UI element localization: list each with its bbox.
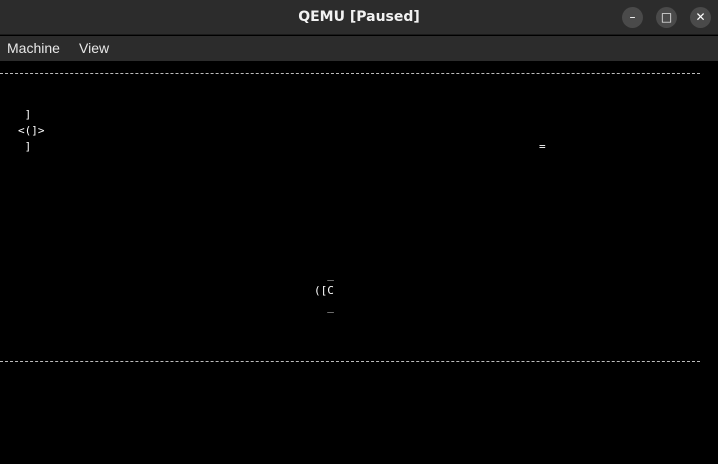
playfield-bottom-border <box>0 361 700 362</box>
maximize-button[interactable]: □ <box>656 7 677 28</box>
menu-view[interactable]: View <box>72 36 116 61</box>
minimize-icon: – <box>629 10 636 24</box>
title-bar[interactable]: QEMU [Paused] – □ ✕ <box>0 0 718 35</box>
close-button[interactable]: ✕ <box>690 7 711 28</box>
menu-machine[interactable]: Machine <box>0 36 67 61</box>
close-icon: ✕ <box>695 10 706 24</box>
window-title: QEMU [Paused] <box>298 9 420 25</box>
ascii-ship-left: ] <(]> ] <box>18 108 45 153</box>
qemu-window: QEMU [Paused] – □ ✕ Machine View ] <(]> … <box>0 0 718 464</box>
minimize-button[interactable]: – <box>622 7 643 28</box>
menu-bar: Machine View <box>0 36 718 61</box>
playfield-top-border <box>0 73 700 74</box>
maximize-icon: □ <box>660 10 673 24</box>
ascii-marker: = <box>539 140 546 153</box>
vm-display[interactable]: ] <(]> ] = _ ([C _ <box>0 61 718 464</box>
ascii-ship-center: _ ([C _ <box>314 268 334 313</box>
